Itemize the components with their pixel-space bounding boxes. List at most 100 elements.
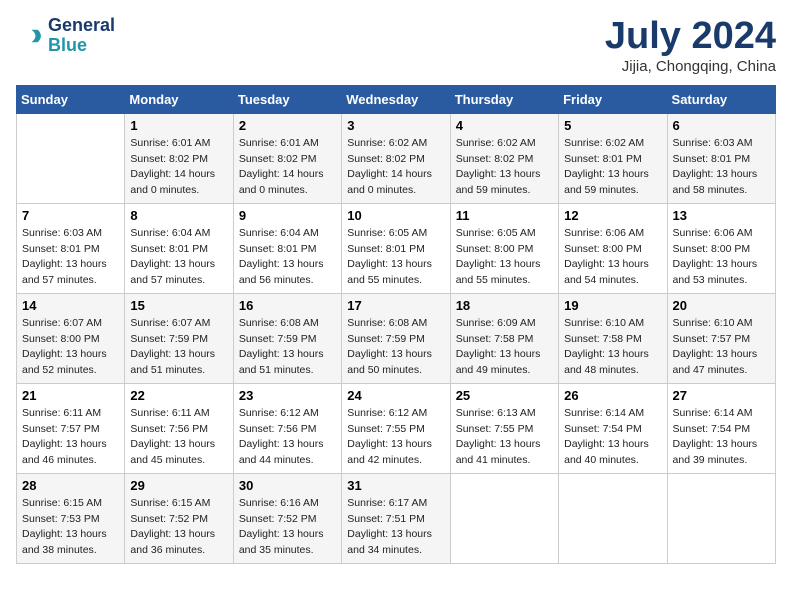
day-header: Wednesday	[342, 85, 450, 113]
calendar-cell: 6 Sunrise: 6:03 AMSunset: 8:01 PMDaylight…	[667, 113, 775, 203]
day-number: 18	[456, 298, 553, 313]
calendar-cell: 21 Sunrise: 6:11 AMSunset: 7:57 PMDayligh…	[17, 383, 125, 473]
calendar-cell: 1 Sunrise: 6:01 AMSunset: 8:02 PMDaylight…	[125, 113, 233, 203]
day-header: Friday	[559, 85, 667, 113]
calendar-cell: 2Sunrise: 6:01 AMSunset: 8:02 PMDaylight…	[233, 113, 341, 203]
day-header: Saturday	[667, 85, 775, 113]
day-number: 25	[456, 388, 553, 403]
cell-info: Sunrise: 6:03 AMSunset: 8:01 PMDaylight:…	[22, 226, 119, 289]
calendar-table: SundayMondayTuesdayWednesdayThursdayFrid…	[16, 85, 776, 564]
day-number: 30	[239, 478, 336, 493]
calendar-cell: 26Sunrise: 6:14 AMSunset: 7:54 PMDayligh…	[559, 383, 667, 473]
cell-info: Sunrise: 6:08 AMSunset: 7:59 PMDaylight:…	[239, 316, 336, 379]
calendar-cell: 27 Sunrise: 6:14 AMSunset: 7:54 PMDayligh…	[667, 383, 775, 473]
day-header: Thursday	[450, 85, 558, 113]
calendar-cell: 3 Sunrise: 6:02 AMSunset: 8:02 PMDaylight…	[342, 113, 450, 203]
cell-info: Sunrise: 6:02 AMSunset: 8:02 PMDaylight:…	[347, 136, 444, 199]
calendar-cell: 10 Sunrise: 6:05 AMSunset: 8:01 PMDayligh…	[342, 203, 450, 293]
calendar-cell	[17, 113, 125, 203]
calendar-cell: 25 Sunrise: 6:13 AMSunset: 7:55 PMDayligh…	[450, 383, 558, 473]
day-header: Tuesday	[233, 85, 341, 113]
day-number: 21	[22, 388, 119, 403]
calendar-cell: 16Sunrise: 6:08 AMSunset: 7:59 PMDayligh…	[233, 293, 341, 383]
day-number: 17	[347, 298, 444, 313]
cell-info: Sunrise: 6:11 AMSunset: 7:57 PMDaylight:…	[22, 406, 119, 469]
day-number: 3	[347, 118, 444, 133]
cell-info: Sunrise: 6:06 AMSunset: 8:00 PMDaylight:…	[673, 226, 770, 289]
day-number: 29	[130, 478, 227, 493]
calendar-cell: 28 Sunrise: 6:15 AMSunset: 7:53 PMDayligh…	[17, 473, 125, 563]
day-number: 9	[239, 208, 336, 223]
cell-info: Sunrise: 6:10 AMSunset: 7:58 PMDaylight:…	[564, 316, 661, 379]
cell-info: Sunrise: 6:16 AMSunset: 7:52 PMDaylight:…	[239, 496, 336, 559]
calendar-cell: 20Sunrise: 6:10 AMSunset: 7:57 PMDayligh…	[667, 293, 775, 383]
calendar-cell	[667, 473, 775, 563]
day-number: 12	[564, 208, 661, 223]
page-header: General Blue July 2024 Jijia, Chongqing,…	[16, 16, 776, 75]
calendar-cell	[559, 473, 667, 563]
cell-info: Sunrise: 6:01 AMSunset: 8:02 PMDaylight:…	[130, 136, 227, 199]
calendar-cell: 24Sunrise: 6:12 AMSunset: 7:55 PMDayligh…	[342, 383, 450, 473]
cell-info: Sunrise: 6:12 AMSunset: 7:56 PMDaylight:…	[239, 406, 336, 469]
calendar-cell: 7 Sunrise: 6:03 AMSunset: 8:01 PMDaylight…	[17, 203, 125, 293]
calendar-cell: 31 Sunrise: 6:17 AMSunset: 7:51 PMDayligh…	[342, 473, 450, 563]
day-number: 22	[130, 388, 227, 403]
day-number: 5	[564, 118, 661, 133]
header-row: SundayMondayTuesdayWednesdayThursdayFrid…	[17, 85, 776, 113]
day-number: 20	[673, 298, 770, 313]
cell-info: Sunrise: 6:05 AMSunset: 8:01 PMDaylight:…	[347, 226, 444, 289]
calendar-cell: 11 Sunrise: 6:05 AMSunset: 8:00 PMDayligh…	[450, 203, 558, 293]
cell-info: Sunrise: 6:12 AMSunset: 7:55 PMDaylight:…	[347, 406, 444, 469]
title-block: July 2024 Jijia, Chongqing, China	[605, 16, 776, 75]
cell-info: Sunrise: 6:15 AMSunset: 7:53 PMDaylight:…	[22, 496, 119, 559]
calendar-cell: 23Sunrise: 6:12 AMSunset: 7:56 PMDayligh…	[233, 383, 341, 473]
day-number: 6	[673, 118, 770, 133]
logo-text: General Blue	[48, 16, 115, 56]
calendar-cell: 12 Sunrise: 6:06 AMSunset: 8:00 PMDayligh…	[559, 203, 667, 293]
cell-info: Sunrise: 6:09 AMSunset: 7:58 PMDaylight:…	[456, 316, 553, 379]
calendar-cell	[450, 473, 558, 563]
day-number: 1	[130, 118, 227, 133]
day-number: 31	[347, 478, 444, 493]
calendar-cell: 30 Sunrise: 6:16 AMSunset: 7:52 PMDayligh…	[233, 473, 341, 563]
calendar-cell: 18 Sunrise: 6:09 AMSunset: 7:58 PMDayligh…	[450, 293, 558, 383]
day-number: 15	[130, 298, 227, 313]
logo-icon	[16, 22, 44, 50]
day-number: 8	[130, 208, 227, 223]
day-number: 10	[347, 208, 444, 223]
day-number: 7	[22, 208, 119, 223]
calendar-week-row: 14 Sunrise: 6:07 AMSunset: 8:00 PMDayligh…	[17, 293, 776, 383]
calendar-cell: 22 Sunrise: 6:11 AMSunset: 7:56 PMDayligh…	[125, 383, 233, 473]
page-subtitle: Jijia, Chongqing, China	[605, 58, 776, 75]
day-number: 11	[456, 208, 553, 223]
calendar-cell: 13Sunrise: 6:06 AMSunset: 8:00 PMDayligh…	[667, 203, 775, 293]
day-number: 27	[673, 388, 770, 403]
cell-info: Sunrise: 6:04 AMSunset: 8:01 PMDaylight:…	[130, 226, 227, 289]
day-header: Monday	[125, 85, 233, 113]
cell-info: Sunrise: 6:07 AMSunset: 7:59 PMDaylight:…	[130, 316, 227, 379]
calendar-cell: 4 Sunrise: 6:02 AMSunset: 8:02 PMDaylight…	[450, 113, 558, 203]
calendar-cell: 15 Sunrise: 6:07 AMSunset: 7:59 PMDayligh…	[125, 293, 233, 383]
cell-info: Sunrise: 6:11 AMSunset: 7:56 PMDaylight:…	[130, 406, 227, 469]
cell-info: Sunrise: 6:06 AMSunset: 8:00 PMDaylight:…	[564, 226, 661, 289]
cell-info: Sunrise: 6:01 AMSunset: 8:02 PMDaylight:…	[239, 136, 336, 199]
logo: General Blue	[16, 16, 115, 56]
page-title: July 2024	[605, 16, 776, 58]
calendar-cell: 29Sunrise: 6:15 AMSunset: 7:52 PMDayligh…	[125, 473, 233, 563]
calendar-week-row: 28 Sunrise: 6:15 AMSunset: 7:53 PMDayligh…	[17, 473, 776, 563]
day-number: 14	[22, 298, 119, 313]
calendar-cell: 8 Sunrise: 6:04 AMSunset: 8:01 PMDaylight…	[125, 203, 233, 293]
cell-info: Sunrise: 6:02 AMSunset: 8:02 PMDaylight:…	[456, 136, 553, 199]
cell-info: Sunrise: 6:14 AMSunset: 7:54 PMDaylight:…	[564, 406, 661, 469]
calendar-week-row: 7 Sunrise: 6:03 AMSunset: 8:01 PMDaylight…	[17, 203, 776, 293]
cell-info: Sunrise: 6:17 AMSunset: 7:51 PMDaylight:…	[347, 496, 444, 559]
cell-info: Sunrise: 6:03 AMSunset: 8:01 PMDaylight:…	[673, 136, 770, 199]
day-number: 28	[22, 478, 119, 493]
cell-info: Sunrise: 6:14 AMSunset: 7:54 PMDaylight:…	[673, 406, 770, 469]
calendar-week-row: 21 Sunrise: 6:11 AMSunset: 7:57 PMDayligh…	[17, 383, 776, 473]
day-number: 4	[456, 118, 553, 133]
calendar-cell: 5Sunrise: 6:02 AMSunset: 8:01 PMDaylight…	[559, 113, 667, 203]
cell-info: Sunrise: 6:13 AMSunset: 7:55 PMDaylight:…	[456, 406, 553, 469]
cell-info: Sunrise: 6:05 AMSunset: 8:00 PMDaylight:…	[456, 226, 553, 289]
cell-info: Sunrise: 6:07 AMSunset: 8:00 PMDaylight:…	[22, 316, 119, 379]
